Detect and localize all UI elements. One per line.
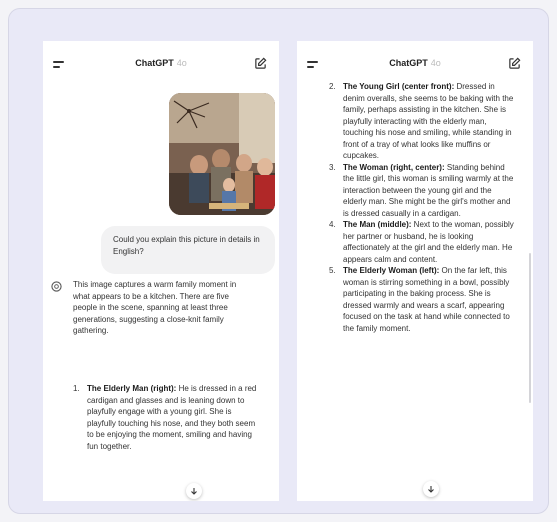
assistant-list: 1. The Elderly Man (right): He is dresse… <box>73 383 261 452</box>
user-message-bubble: Could you explain this picture in detail… <box>101 226 275 274</box>
list-item-text: He is dressed in a red cardigan and glas… <box>87 384 257 451</box>
family-kitchen-image <box>169 93 275 215</box>
list-item-text: Dressed in denim overalls, she seems to … <box>343 82 514 160</box>
list-number: 2. <box>329 82 336 91</box>
user-message-text: Could you explain this picture in detail… <box>113 235 260 256</box>
chat-screen-left: ChatGPT 4o Could you explain this pictur… <box>43 41 279 501</box>
list-number: 5. <box>329 266 336 275</box>
arrow-down-icon <box>428 486 434 493</box>
model-version: 4o <box>430 58 441 68</box>
list-item: 1. The Elderly Man (right): He is dresse… <box>73 383 261 452</box>
chat-screen-right: ChatGPT 4o 2. The Young Girl (center fron… <box>297 41 533 501</box>
list-item: 2. The Young Girl (center front): Dresse… <box>329 81 515 162</box>
list-number: 3. <box>329 162 336 172</box>
top-bar: ChatGPT 4o <box>43 41 279 81</box>
edit-icon[interactable] <box>508 57 521 70</box>
assistant-list: 2. The Young Girl (center front): Dresse… <box>329 81 515 334</box>
bottom-fade <box>43 471 279 501</box>
scrollbar[interactable] <box>529 253 531 403</box>
app-title[interactable]: ChatGPT 4o <box>43 58 279 68</box>
model-version: 4o <box>176 58 187 68</box>
list-item: 3. The Woman (right, center): Standing b… <box>329 162 515 220</box>
bottom-fade <box>297 471 533 501</box>
app-title[interactable]: ChatGPT 4o <box>297 58 533 68</box>
list-item-title: The Elderly Man (right): <box>87 384 177 393</box>
list-item-title: The Elderly Woman (left): <box>343 266 440 275</box>
list-item-title: The Man (middle): <box>343 220 412 229</box>
list-item: 4. The Man (middle): Next to the woman, … <box>329 219 515 265</box>
edit-icon[interactable] <box>254 57 267 70</box>
comparison-frame: ChatGPT 4o Could you explain this pictur… <box>8 8 549 514</box>
top-bar: ChatGPT 4o <box>297 41 533 81</box>
assistant-intro: This image captures a warm family moment… <box>73 280 237 335</box>
list-item: 5. The Elderly Woman (left): On the far … <box>329 265 515 334</box>
list-number: 1. <box>73 384 80 393</box>
scroll-down-button[interactable] <box>423 481 439 497</box>
scroll-down-button[interactable] <box>186 483 202 499</box>
chatgpt-logo-icon <box>51 281 62 292</box>
uploaded-photo[interactable] <box>169 93 275 215</box>
list-item-title: The Young Girl (center front): <box>343 82 455 91</box>
arrow-down-icon <box>191 488 197 495</box>
list-number: 4. <box>329 220 336 229</box>
list-item-title: The Woman (right, center): <box>343 162 445 172</box>
list-item-text: On the far left, this woman is stirring … <box>343 266 510 333</box>
